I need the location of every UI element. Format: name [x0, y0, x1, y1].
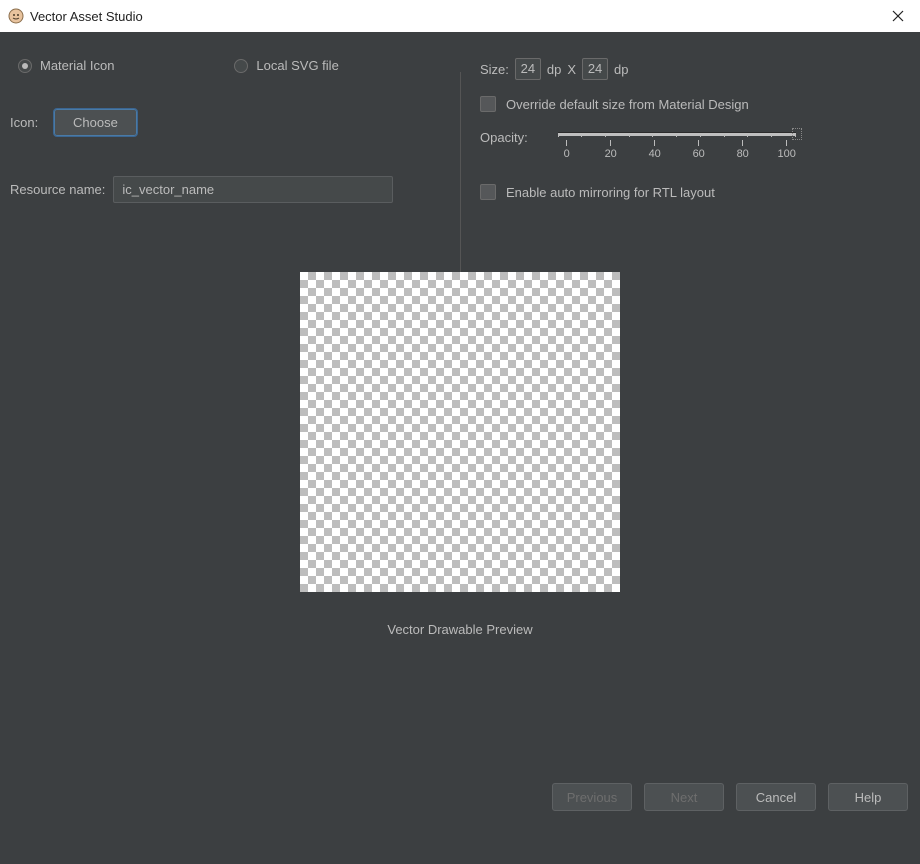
close-icon[interactable]	[884, 2, 912, 30]
radio-material-label: Material Icon	[40, 58, 114, 73]
radio-dot-icon	[18, 59, 32, 73]
size-height-input[interactable]: 24	[582, 58, 608, 80]
window-title: Vector Asset Studio	[30, 9, 884, 24]
size-separator: X	[567, 62, 576, 77]
left-column: Material Icon Local SVG file Icon: Choos…	[0, 58, 460, 242]
override-size-row: Override default size from Material Desi…	[480, 96, 906, 112]
rtl-mirror-label: Enable auto mirroring for RTL layout	[506, 185, 715, 200]
tick-0: 0	[564, 148, 570, 160]
tick-60: 60	[693, 148, 705, 160]
tick-80: 80	[737, 148, 749, 160]
previous-button[interactable]: Previous	[552, 783, 632, 811]
preview-canvas	[300, 272, 620, 592]
radio-svg-label: Local SVG file	[256, 58, 338, 73]
radio-material-icon[interactable]: Material Icon	[18, 58, 114, 73]
radio-dot-icon	[234, 59, 248, 73]
right-column: Size: 24 dp X 24 dp Override default siz…	[460, 58, 920, 242]
cancel-button[interactable]: Cancel	[736, 783, 816, 811]
opacity-label: Opacity:	[480, 130, 528, 145]
next-button[interactable]: Next	[644, 783, 724, 811]
size-row: Size: 24 dp X 24 dp	[480, 58, 906, 80]
size-label: Size:	[480, 62, 509, 77]
override-size-checkbox[interactable]	[480, 96, 496, 112]
override-size-label: Override default size from Material Desi…	[506, 97, 749, 112]
choose-button[interactable]: Choose	[54, 109, 137, 136]
slider-thumb[interactable]	[792, 128, 802, 140]
help-button[interactable]: Help	[828, 783, 908, 811]
icon-label: Icon:	[10, 115, 42, 130]
resource-name-label: Resource name:	[10, 182, 105, 197]
unit-dp: dp	[614, 62, 628, 77]
opacity-row: Opacity: 0 20 40 60 80 100	[480, 130, 906, 160]
config-panel: Material Icon Local SVG file Icon: Choos…	[0, 32, 920, 242]
title-bar: Vector Asset Studio	[0, 0, 920, 32]
size-width-input[interactable]: 24	[515, 58, 541, 80]
resource-name-row: Resource name:	[10, 176, 460, 203]
opacity-slider[interactable]: 0 20 40 60 80 100	[558, 130, 906, 160]
unit-dp: dp	[547, 62, 561, 77]
radio-local-svg[interactable]: Local SVG file	[234, 58, 338, 73]
resource-name-input[interactable]	[113, 176, 393, 203]
slider-track	[558, 132, 796, 136]
dialog-content: Material Icon Local SVG file Icon: Choos…	[0, 32, 920, 822]
tick-100: 100	[778, 148, 796, 160]
vertical-separator	[460, 72, 461, 272]
tick-40: 40	[649, 148, 661, 160]
tick-20: 20	[605, 148, 617, 160]
preview-area: Vector Drawable Preview	[0, 272, 920, 637]
rtl-mirror-row: Enable auto mirroring for RTL layout	[480, 184, 906, 200]
slider-tick-labels: 0 20 40 60 80 100	[558, 140, 796, 160]
app-icon	[8, 8, 24, 24]
dialog-footer: Previous Next Cancel Help	[0, 780, 920, 822]
source-type-radiogroup: Material Icon Local SVG file	[10, 58, 460, 73]
preview-label: Vector Drawable Preview	[387, 622, 532, 637]
rtl-mirror-checkbox[interactable]	[480, 184, 496, 200]
icon-row: Icon: Choose	[10, 109, 460, 136]
